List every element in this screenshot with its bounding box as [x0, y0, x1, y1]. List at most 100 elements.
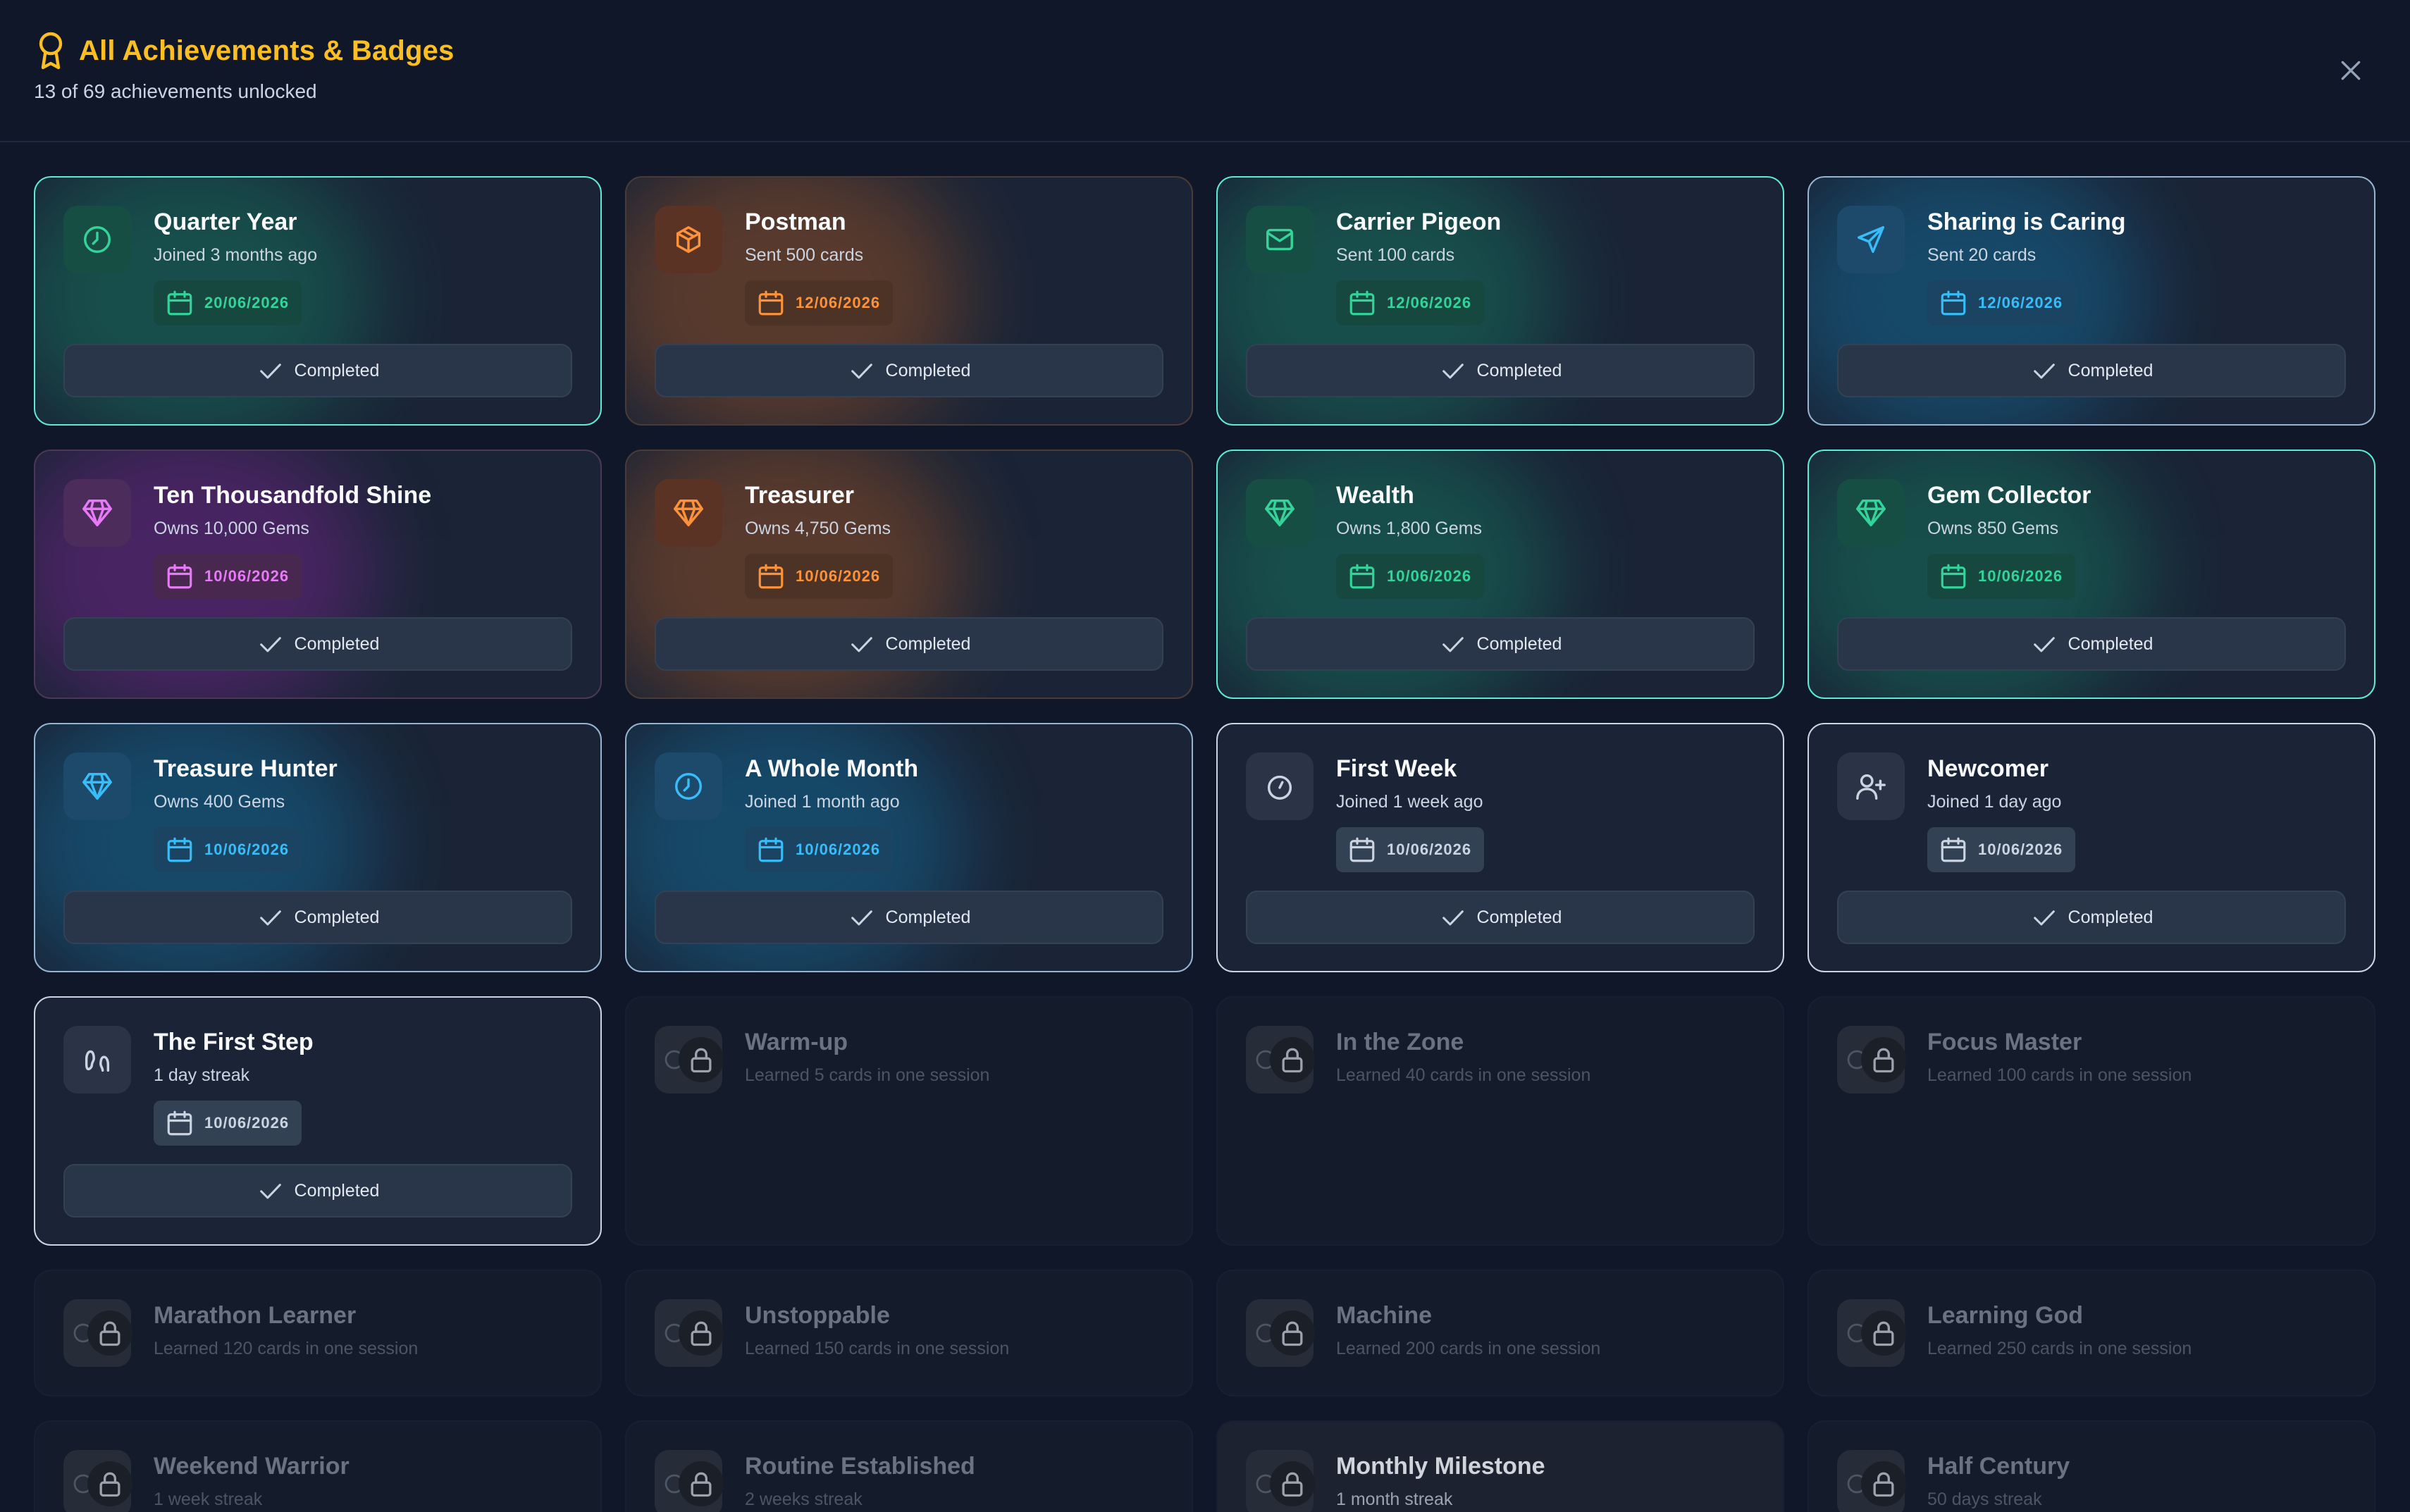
- achievement-icon: [63, 752, 131, 820]
- date-badge: 10/06/2026: [1336, 827, 1485, 872]
- locked-achievement-card[interactable]: Focus Master Learned 100 cards in one se…: [1808, 996, 2375, 1246]
- locked-achievement-card[interactable]: Half Century 50 days streak: [1808, 1420, 2375, 1512]
- locked-achievement-card[interactable]: Machine Learned 200 cards in one session: [1216, 1270, 1784, 1396]
- achievement-card[interactable]: The First Step 1 day streak 10/06/2026 C…: [34, 996, 602, 1246]
- achievement-description: Joined 1 month ago: [745, 792, 900, 812]
- clock-icon: [675, 773, 702, 800]
- send-icon: [1858, 226, 1884, 253]
- completed-label: Completed: [885, 633, 971, 654]
- check-icon: [2033, 637, 2055, 652]
- locked-icon-badge: [655, 1299, 724, 1367]
- achievement-card[interactable]: Treasure Hunter Owns 400 Gems 10/06/2026…: [34, 723, 602, 972]
- locked-icon-badge: [1246, 1026, 1315, 1093]
- achievement-card[interactable]: Carrier Pigeon Sent 100 cards 12/06/2026…: [1216, 176, 1784, 426]
- completed-button[interactable]: Completed: [1246, 617, 1755, 671]
- completed-button[interactable]: Completed: [655, 344, 1163, 397]
- locked-achievement-card[interactable]: In the Zone Learned 40 cards in one sess…: [1216, 996, 1784, 1246]
- completed-button[interactable]: Completed: [1246, 344, 1755, 397]
- completed-button[interactable]: Completed: [1837, 891, 2346, 944]
- achievement-icon: [1837, 479, 1905, 547]
- achievement-icon: [1837, 752, 1905, 820]
- unlock-date: 20/06/2026: [204, 294, 290, 311]
- achievement-card[interactable]: Ten Thousandfold Shine Owns 10,000 Gems …: [34, 450, 602, 699]
- achievement-description: Joined 1 week ago: [1336, 792, 1483, 812]
- completed-button[interactable]: Completed: [63, 617, 572, 671]
- achievement-card[interactable]: Quarter Year Joined 3 months ago 20/06/2…: [34, 176, 602, 426]
- achievement-description: Owns 4,750 Gems: [745, 519, 891, 538]
- achievement-name: Focus Master: [1927, 1029, 2082, 1055]
- achievements-modal: All Achievements & Badges 13 of 69 achie…: [0, 0, 2410, 1512]
- locked-icon-badge: [1246, 1450, 1315, 1512]
- achievement-card[interactable]: Sharing is Caring Sent 20 cards 12/06/20…: [1808, 176, 2375, 426]
- completed-button[interactable]: Completed: [655, 891, 1163, 944]
- user-plus-icon: [1856, 774, 1886, 800]
- close-button[interactable]: [2334, 54, 2368, 87]
- check-icon: [259, 1184, 281, 1199]
- achievement-name: A Whole Month: [745, 755, 919, 782]
- unlock-date: 10/06/2026: [1387, 841, 1472, 858]
- check-icon: [2033, 910, 2055, 926]
- completed-button[interactable]: Completed: [1837, 344, 2346, 397]
- unlock-date: 10/06/2026: [796, 841, 881, 858]
- locked-achievement-card[interactable]: Marathon Learner Learned 120 cards in on…: [34, 1270, 602, 1396]
- unlock-date: 12/06/2026: [796, 294, 881, 311]
- check-icon: [259, 637, 281, 652]
- achievement-description: Learned 40 cards in one session: [1336, 1065, 1591, 1085]
- locked-achievement-card[interactable]: Unstoppable Learned 150 cards in one ses…: [625, 1270, 1193, 1396]
- achievement-card[interactable]: A Whole Month Joined 1 month ago 10/06/2…: [625, 723, 1193, 972]
- unlock-count: 13 of 69 achievements unlocked: [34, 80, 317, 102]
- achievement-icon: [655, 752, 722, 820]
- date-badge: 10/06/2026: [1336, 554, 1485, 599]
- lock-icon: [99, 1472, 121, 1497]
- achievement-name: Unstoppable: [745, 1302, 890, 1329]
- achievement-description: Sent 500 cards: [745, 245, 864, 265]
- achievement-card[interactable]: First Week Joined 1 week ago 10/06/2026 …: [1216, 723, 1784, 972]
- achievement-name: Marathon Learner: [154, 1302, 357, 1329]
- completed-label: Completed: [294, 633, 380, 654]
- achievement-card[interactable]: Treasurer Owns 4,750 Gems 10/06/2026 Com…: [625, 450, 1193, 699]
- date-badge: 10/06/2026: [1927, 554, 2076, 599]
- locked-achievement-card[interactable]: Warm-up Learned 5 cards in one session: [625, 996, 1193, 1246]
- achievement-name: Treasurer: [745, 482, 854, 509]
- completed-label: Completed: [885, 907, 971, 927]
- completed-button[interactable]: Completed: [63, 344, 572, 397]
- achievement-description: Owns 1,800 Gems: [1336, 519, 1483, 538]
- completed-button[interactable]: Completed: [63, 891, 572, 944]
- calendar-icon: [758, 837, 784, 862]
- date-badge: 12/06/2026: [745, 280, 894, 326]
- achievement-description: Learned 200 cards in one session: [1336, 1339, 1601, 1358]
- completed-label: Completed: [1476, 360, 1562, 380]
- lock-circle: [679, 1310, 724, 1356]
- date-badge: 10/06/2026: [154, 1101, 302, 1146]
- achievement-name: Ten Thousandfold Shine: [154, 482, 432, 509]
- achievement-card[interactable]: Newcomer Joined 1 day ago 10/06/2026 Com…: [1808, 723, 2375, 972]
- locked-achievement-card[interactable]: Routine Established 2 weeks streak: [625, 1420, 1193, 1512]
- achievement-name: Weekend Warrior: [154, 1453, 350, 1480]
- achievement-card[interactable]: Gem Collector Owns 850 Gems 10/06/2026 C…: [1808, 450, 2375, 699]
- achievement-description: 1 day streak: [154, 1065, 250, 1085]
- lock-circle: [679, 1037, 724, 1082]
- achievement-name: Quarter Year: [154, 209, 297, 235]
- completed-button[interactable]: Completed: [1837, 617, 2346, 671]
- achievement-description: Joined 1 day ago: [1927, 792, 2062, 812]
- locked-achievement-card[interactable]: Weekend Warrior 1 week streak: [34, 1420, 602, 1512]
- completed-button[interactable]: Completed: [1246, 891, 1755, 944]
- achievement-description: 50 days streak: [1927, 1489, 2042, 1509]
- gem-icon: [674, 500, 703, 526]
- check-icon: [1442, 910, 1464, 926]
- achievement-icon: [1837, 206, 1905, 273]
- locked-icon-badge: [1837, 1450, 1906, 1512]
- achievement-description: Owns 10,000 Gems: [154, 519, 309, 538]
- completed-button[interactable]: Completed: [655, 617, 1163, 671]
- locked-achievement-card[interactable]: Learning God Learned 250 cards in one se…: [1808, 1270, 2375, 1396]
- award-icon: [34, 31, 68, 70]
- lock-icon: [1873, 1048, 1894, 1073]
- achievement-icon: [655, 479, 722, 547]
- locked-icon-badge: [63, 1450, 132, 1512]
- locked-achievement-card[interactable]: Monthly Milestone 1 month streak: [1216, 1420, 1784, 1512]
- achievement-card[interactable]: Wealth Owns 1,800 Gems 10/06/2026 Comple…: [1216, 450, 1784, 699]
- completed-button[interactable]: Completed: [63, 1164, 572, 1217]
- achievement-card[interactable]: Postman Sent 500 cards 12/06/2026 Comple…: [625, 176, 1193, 426]
- date-badge: 10/06/2026: [154, 827, 302, 872]
- gem-icon: [1856, 500, 1886, 526]
